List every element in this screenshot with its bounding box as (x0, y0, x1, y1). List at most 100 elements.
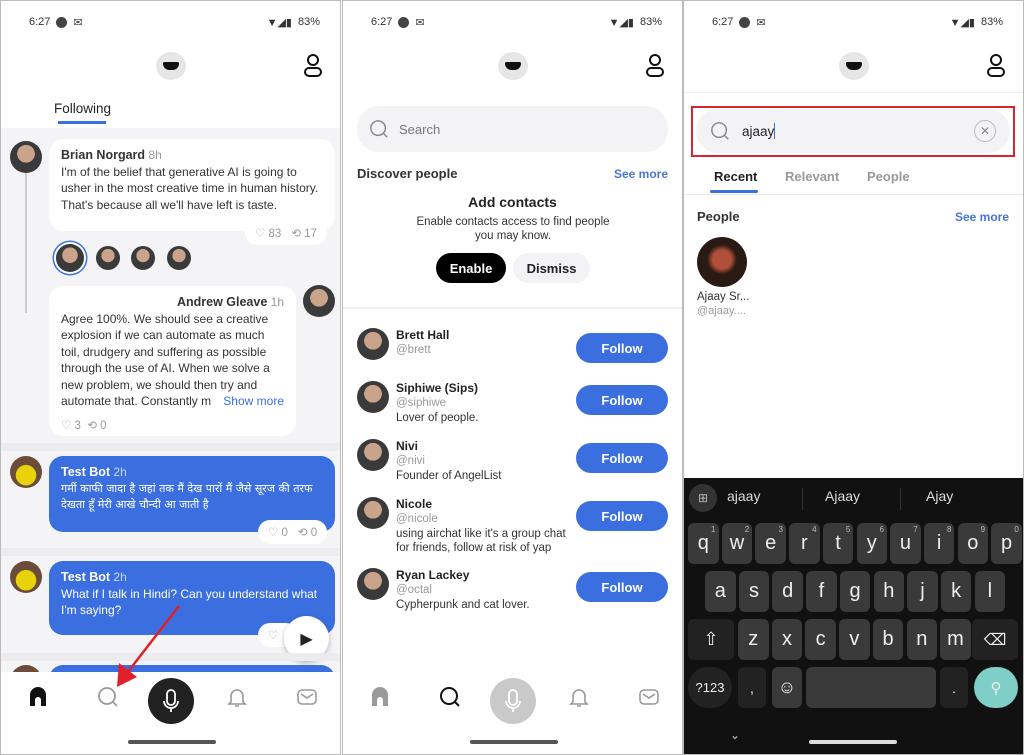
person-name[interactable]: Ajaay Sr... (697, 291, 749, 303)
key-i[interactable]: i8 (923, 523, 955, 564)
person-avatar[interactable] (357, 439, 389, 471)
person-name[interactable]: Siphiwe (Sips) (396, 381, 478, 395)
shift-key[interactable]: ⇧ (688, 619, 734, 660)
person-name[interactable]: Ryan Lackey (396, 568, 469, 582)
record-button[interactable] (490, 678, 536, 724)
app-logo[interactable] (498, 52, 528, 80)
key-d[interactable]: d (772, 571, 803, 612)
person-item[interactable]: Nicole @nicole using airchat like it's a g… (396, 497, 566, 555)
key-u[interactable]: u7 (890, 523, 921, 564)
follow-button[interactable]: Follow (576, 501, 668, 531)
search-icon (711, 122, 729, 140)
key-m[interactable]: m (940, 619, 971, 660)
divider (343, 307, 682, 309)
key-o[interactable]: o9 (957, 523, 989, 564)
key-k[interactable]: k (940, 571, 972, 612)
dismiss-button[interactable]: Dismiss (513, 253, 590, 283)
space-key[interactable] (806, 667, 936, 708)
period-key[interactable]: . (940, 667, 968, 708)
key-n[interactable]: n (906, 619, 937, 660)
home-icon[interactable] (369, 686, 391, 708)
key-t[interactable]: t5 (822, 523, 854, 564)
key-x[interactable]: x (771, 619, 803, 660)
add-contacts-description: Enable contacts access to find people yo… (416, 216, 610, 242)
home-indicator (470, 740, 558, 744)
key-v[interactable]: v (839, 619, 870, 660)
profile-icon[interactable] (646, 54, 664, 78)
key-e[interactable]: e3 (755, 523, 786, 564)
key-label: p (1000, 532, 1013, 554)
search-value: ajaay (742, 123, 775, 139)
person-handle: @octal (396, 584, 432, 596)
wifi-icon: ▼◢▮ (608, 16, 634, 29)
app-logo[interactable] (839, 52, 869, 80)
person-avatar[interactable] (357, 497, 389, 529)
key-y[interactable]: y6 (856, 523, 887, 564)
suggestion[interactable]: Ajaay (825, 488, 860, 504)
person-item[interactable]: Ryan Lackey @octal Cypherpunk and cat love… (396, 568, 566, 612)
key-label: t (835, 532, 841, 554)
key-g[interactable]: g (839, 571, 871, 612)
key-c[interactable]: c (805, 619, 836, 660)
person-name[interactable]: Nivi (396, 439, 418, 453)
see-more-link[interactable]: See more (955, 210, 1009, 224)
key-w[interactable]: w2 (721, 523, 753, 564)
key-f[interactable]: f (806, 571, 837, 612)
divider (684, 92, 1023, 93)
key-h[interactable]: h (873, 571, 904, 612)
person-item[interactable]: Nivi @nivi Founder of AngelList (396, 439, 566, 483)
tab-people[interactable]: People (867, 169, 910, 184)
bell-icon[interactable] (568, 686, 590, 708)
key-s[interactable]: s (738, 571, 770, 612)
hide-keyboard-icon[interactable]: ⌄ (730, 728, 740, 742)
suggestion[interactable]: Ajay (926, 488, 953, 504)
search-key[interactable]: ⚲ (974, 667, 1018, 708)
bottom-nav (343, 672, 682, 754)
person-avatar[interactable] (357, 328, 389, 360)
symbols-key[interactable]: ?123 (688, 667, 732, 708)
search-input[interactable]: ajaay ✕ (696, 109, 1010, 153)
emoji-key[interactable]: ☺ (772, 667, 802, 708)
follow-button[interactable]: Follow (576, 572, 668, 602)
key-label: y (866, 532, 877, 554)
suggestion[interactable]: ajaay (727, 488, 760, 504)
follow-button[interactable]: Follow (576, 385, 668, 415)
person-avatar[interactable] (357, 568, 389, 600)
keyboard-menu-icon[interactable]: ⊞ (689, 484, 717, 512)
person-bio: Founder of AngelList (396, 470, 502, 482)
key-r[interactable]: r4 (789, 523, 820, 564)
comma-key[interactable]: , (738, 667, 766, 708)
person-name[interactable]: Nicole (396, 497, 432, 511)
key-q[interactable]: q1 (688, 523, 719, 564)
key-a[interactable]: a (705, 571, 736, 612)
follow-button[interactable]: Follow (576, 443, 668, 473)
keyboard: ⊞ ⌄ ajaay Ajaay Ajay q 1 w 2 e 3 r 4 t 5 y 6 u 7 i 8 o 9 p 0 a s… (684, 478, 1023, 754)
key-label: u (899, 532, 911, 554)
person-item[interactable]: Brett Hall @brett (396, 328, 566, 356)
key-number-hint: 9 (980, 525, 986, 534)
person-avatar[interactable] (357, 381, 389, 413)
clear-icon[interactable]: ✕ (974, 120, 996, 142)
person-item[interactable]: Siphiwe (Sips) @siphiwe Lover of people. (396, 381, 566, 425)
search-input[interactable]: Search (357, 106, 668, 152)
tab-recent[interactable]: Recent (714, 169, 757, 184)
key-l[interactable]: l (974, 571, 1006, 612)
key-p[interactable]: p0 (991, 523, 1022, 564)
key-b[interactable]: b (872, 619, 904, 660)
key-j[interactable]: j (907, 571, 938, 612)
person-avatar[interactable] (697, 237, 747, 287)
key-number-hint: 8 (946, 525, 952, 534)
key-number-hint: 0 (1014, 525, 1019, 534)
search-icon[interactable] (439, 686, 461, 708)
mail-icon: ✉ (415, 16, 425, 29)
key-z[interactable]: z (738, 619, 769, 660)
enable-button[interactable]: Enable (436, 253, 506, 283)
profile-icon[interactable] (987, 54, 1005, 78)
see-more-link[interactable]: See more (614, 167, 668, 181)
mail-icon[interactable] (638, 686, 660, 708)
discover-screen: 6:27 ✉ ▼◢▮ 83% Search Discover people See m… (342, 0, 683, 755)
follow-button[interactable]: Follow (576, 333, 668, 363)
person-name[interactable]: Brett Hall (396, 328, 449, 342)
backspace-key[interactable]: ⌫ (972, 619, 1018, 660)
tab-relevant[interactable]: Relevant (785, 169, 839, 184)
